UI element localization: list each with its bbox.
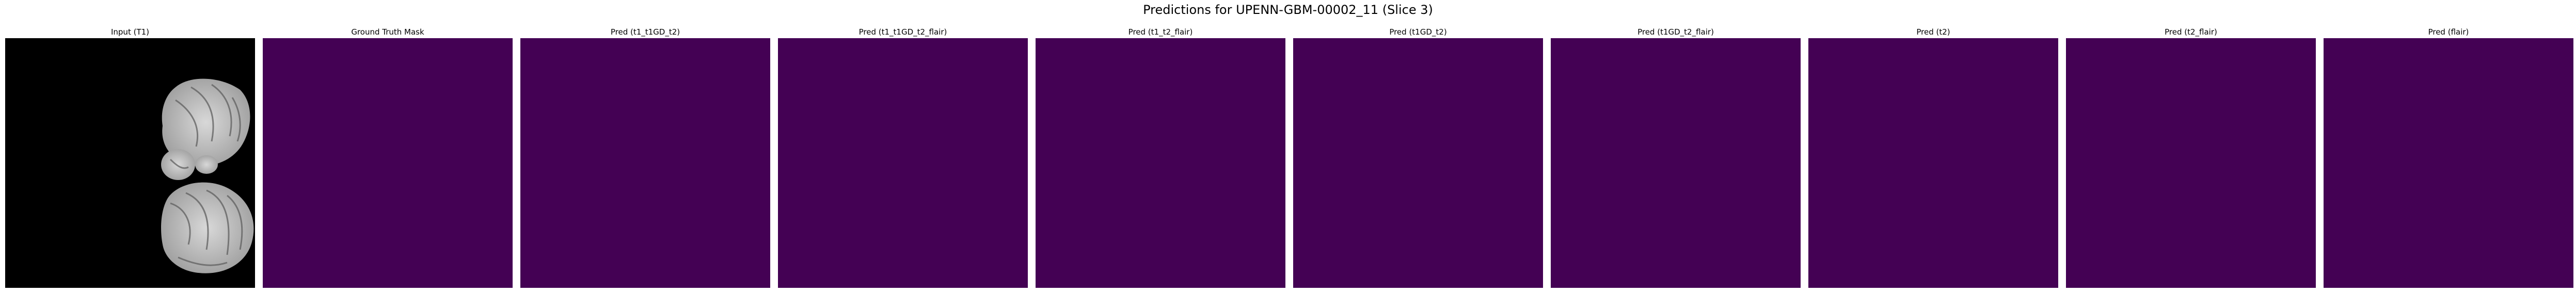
mask-image xyxy=(1293,38,1543,288)
panel-title: Pred (t1_t2_flair) xyxy=(1128,27,1193,37)
mask-image xyxy=(520,38,770,288)
panel-pred: Pred (t1GD_t2) xyxy=(1293,27,1543,288)
mask-image xyxy=(263,38,513,288)
panel-pred: Pred (t1_t1GD_t2_flair) xyxy=(778,27,1028,288)
panel-title: Pred (t1GD_t2_flair) xyxy=(1637,27,1714,37)
panel-title: Pred (t1_t1GD_t2_flair) xyxy=(858,27,947,37)
panel-pred: Pred (t1_t2_flair) xyxy=(1036,27,1285,288)
mask-image xyxy=(1808,38,2058,288)
panel-title: Input (T1) xyxy=(110,27,150,37)
panel-pred: Pred (t2) xyxy=(1808,27,2058,288)
panel-pred: Pred (t1_t1GD_t2) xyxy=(520,27,770,288)
panel-title: Pred (t2_flair) xyxy=(2165,27,2217,37)
mask-image xyxy=(778,38,1028,288)
panel-pred: Pred (t2_flair) xyxy=(2066,27,2316,288)
figure-title: Predictions for UPENN-GBM-00002_11 (Slic… xyxy=(1143,3,1433,17)
mask-image xyxy=(1551,38,1801,288)
panel-ground-truth: Ground Truth Mask xyxy=(263,27,513,288)
panel-title: Pred (t1GD_t2) xyxy=(1389,27,1447,37)
mask-image xyxy=(1036,38,1285,288)
panel-pred: Pred (flair) xyxy=(2324,27,2573,288)
mask-image xyxy=(2066,38,2316,288)
panel-input-t1: Input (T1) xyxy=(5,27,255,288)
mri-slice-image xyxy=(5,38,255,288)
panel-title: Pred (t1_t1GD_t2) xyxy=(610,27,680,37)
brain-slice-shape xyxy=(161,78,254,273)
panel-title: Pred (flair) xyxy=(2428,27,2469,37)
panel-title: Ground Truth Mask xyxy=(351,27,424,37)
panel-pred: Pred (t1GD_t2_flair) xyxy=(1551,27,1801,288)
mask-image xyxy=(2324,38,2573,288)
panel-title: Pred (t2) xyxy=(1916,27,1950,37)
